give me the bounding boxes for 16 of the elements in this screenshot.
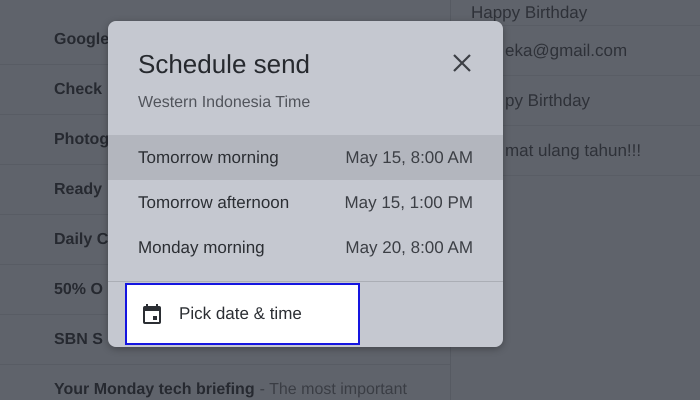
email-subject: Photog (54, 130, 110, 148)
email-subject: 50% O (54, 280, 103, 298)
email-subject: Ready (54, 180, 102, 198)
timezone-label: Western Indonesia Time (138, 94, 310, 112)
schedule-option[interactable]: Tomorrow afternoon May 15, 1:00 PM (108, 180, 503, 225)
dialog-title: Schedule send (138, 49, 310, 80)
close-icon[interactable] (453, 54, 471, 72)
email-subject: Google (54, 30, 110, 48)
email-subject: Daily C (54, 230, 108, 248)
email-subject: Check (54, 80, 102, 98)
calendar-icon (143, 304, 161, 324)
schedule-option[interactable]: Tomorrow morning May 15, 8:00 AM (108, 135, 503, 180)
pick-date-button[interactable]: Pick date & time (125, 283, 360, 345)
schedule-option[interactable]: Monday morning May 20, 8:00 AM (108, 225, 503, 270)
email-subject: Your Monday tech briefing (54, 380, 255, 398)
email-subject: SBN S (54, 330, 103, 348)
